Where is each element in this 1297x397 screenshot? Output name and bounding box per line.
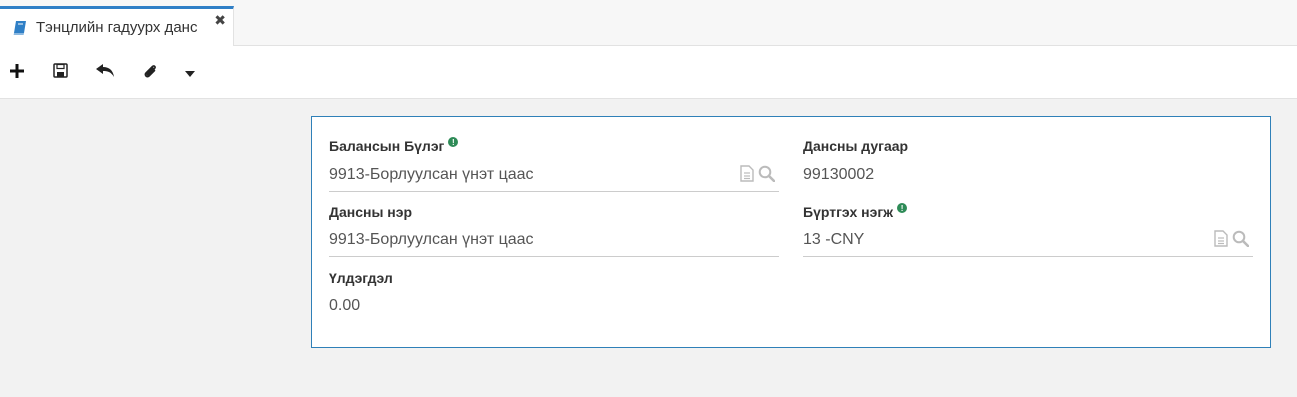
undo-button[interactable] [92, 60, 118, 86]
document-icon[interactable] [740, 165, 754, 182]
balance-field: Үлдэгдэл 0.00 [329, 269, 779, 314]
attachment-button[interactable] [137, 60, 163, 86]
search-icon[interactable] [758, 165, 775, 182]
account-number-label: Дансны дугаар [803, 138, 909, 154]
account-name-field: Дансны нэр 9913-Борлуулсан үнэт цаас [329, 203, 779, 257]
book-icon [12, 20, 28, 36]
balance-group-label: Балансын Бүлэг [329, 138, 445, 154]
balance-label: Үлдэгдэл [329, 270, 393, 286]
balance-group-field: Балансын Бүлэг ! 9913-Борлуулсан үнэт ца… [329, 137, 779, 192]
attachment-icon [142, 63, 158, 84]
caret-down-icon [185, 64, 195, 82]
account-name-label: Дансны нэр [329, 204, 413, 220]
registration-unit-field: Бүртгэх нэгж ! 13 -CNY [803, 203, 1253, 257]
account-form-panel: Балансын Бүлэг ! 9913-Борлуулсан үнэт ца… [311, 116, 1271, 348]
document-icon[interactable] [1214, 230, 1228, 247]
save-button[interactable] [47, 60, 73, 86]
balance-value: 0.00 [329, 297, 361, 314]
more-dropdown-button[interactable] [177, 60, 203, 86]
registration-unit-underline [803, 256, 1253, 257]
tab-off-balance-account[interactable]: Тэнцлийн гадуурх данс ✖ [0, 6, 234, 46]
tab-bar: Тэнцлийн гадуурх данс ✖ [0, 0, 1297, 46]
account-name-value[interactable]: 9913-Борлуулсан үнэт цаас [329, 231, 534, 249]
required-icon: ! [897, 203, 908, 213]
add-button[interactable] [4, 60, 30, 86]
account-name-underline [329, 256, 779, 257]
balance-group-underline [329, 191, 779, 192]
tab-title: Тэнцлийн гадуурх данс [36, 19, 198, 36]
close-icon[interactable]: ✖ [214, 13, 226, 27]
account-number-field: Дансны дугаар 99130002 [803, 137, 1253, 183]
balance-group-value[interactable]: 9913-Борлуулсан үнэт цаас [329, 166, 534, 184]
undo-icon [95, 63, 115, 83]
registration-unit-label: Бүртгэх нэгж [803, 204, 894, 220]
search-icon[interactable] [1232, 230, 1249, 247]
add-icon [10, 63, 24, 83]
toolbar [0, 46, 1297, 99]
registration-unit-value[interactable]: 13 -CNY [803, 231, 864, 249]
account-number-value: 99130002 [803, 166, 875, 183]
required-icon: ! [448, 137, 459, 147]
save-icon [52, 63, 68, 83]
